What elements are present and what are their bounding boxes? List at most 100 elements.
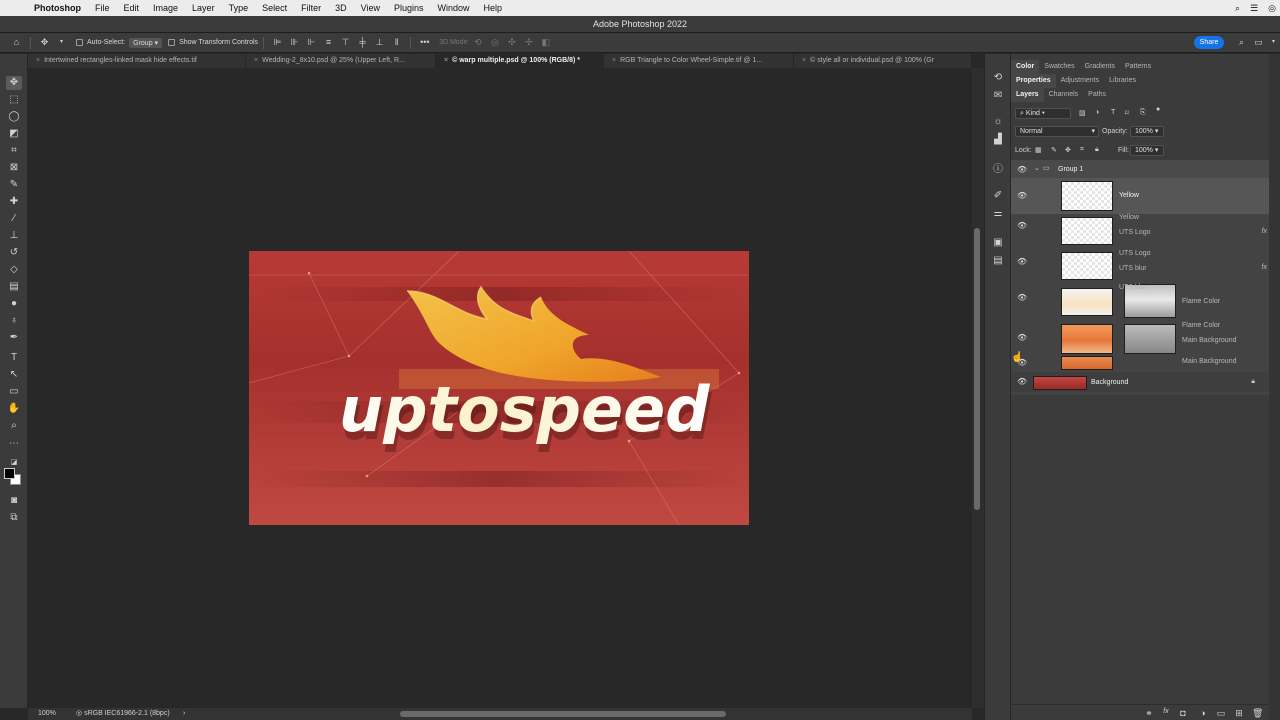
notes-icon[interactable]: ▤ <box>992 255 1004 267</box>
document-artwork[interactable]: uptospeed uptospeed <box>249 251 749 525</box>
tab-patterns[interactable]: Patterns <box>1120 60 1156 74</box>
document-profile[interactable]: ◎ sRGB IEC61966-2.1 (8bpc) <box>76 708 170 720</box>
tab-swatches[interactable]: Swatches <box>1039 60 1079 74</box>
vertical-scroll-thumb[interactable] <box>974 228 980 510</box>
zoom-level[interactable]: 100% <box>38 708 56 720</box>
workspace-icon[interactable]: ▭ <box>1254 38 1263 47</box>
spotlight-search-icon[interactable]: ⌕ <box>1235 3 1240 14</box>
eraser-tool-icon[interactable]: ◇ <box>6 263 22 277</box>
menu-select[interactable]: Select <box>255 3 294 13</box>
horizontal-scroll-thumb[interactable] <box>400 711 726 717</box>
eye-icon[interactable]: 👁︎ <box>1017 166 1027 174</box>
tab-color[interactable]: Color <box>1011 60 1040 74</box>
layer-filter-dropdown[interactable]: ⌕ Kind ▾ <box>1015 108 1071 119</box>
tab-properties[interactable]: Properties <box>1011 74 1056 88</box>
checkbox-icon[interactable] <box>76 39 83 46</box>
tab-document[interactable]: × RGB Triangle to Color Wheel-Simple.tif … <box>604 54 794 68</box>
panel-scrollbar[interactable] <box>1269 54 1280 720</box>
menu-filter[interactable]: Filter <box>294 3 328 13</box>
auto-select-checkbox[interactable]: Auto-Select: <box>76 39 125 46</box>
home-icon[interactable]: ⌂ <box>12 38 21 47</box>
lock-artboard-icon[interactable]: ⌗ <box>1080 146 1084 154</box>
layer-row-group[interactable]: 👁︎ ⌄ ▭ Group 1 <box>1011 160 1269 178</box>
pen-tool-icon[interactable]: ✒ <box>6 331 22 345</box>
layer-effects-icon[interactable]: fx <box>1262 228 1267 235</box>
tab-layers[interactable]: Layers <box>1011 88 1044 102</box>
lasso-tool-icon[interactable]: ◯ <box>6 110 22 124</box>
layer-row[interactable]: 👁︎ Flame Color Main Background <box>1011 322 1269 358</box>
link-layers-icon[interactable]: ⚭ <box>1144 708 1154 719</box>
object-select-tool-icon[interactable]: ◩ <box>6 127 22 141</box>
shape-filter-icon[interactable]: ⌑ <box>1125 109 1129 117</box>
history-brush-icon[interactable]: ↺ <box>6 246 22 260</box>
sliders-icon[interactable]: ⚌ <box>992 208 1004 220</box>
fill-field[interactable]: 100% ▾ <box>1130 145 1164 156</box>
add-style-icon[interactable]: fx <box>1161 708 1171 715</box>
eye-icon[interactable]: 👁︎ <box>1017 222 1027 230</box>
add-mask-icon[interactable]: ◘ <box>1178 708 1188 718</box>
close-icon[interactable]: × <box>802 57 806 64</box>
brightness-icon[interactable]: ☼ <box>992 116 1004 128</box>
layer-row-background[interactable]: 👁︎ Background 🔒︎ <box>1011 372 1269 392</box>
layer-effects-icon[interactable]: fx <box>1262 264 1267 271</box>
path-select-tool-icon[interactable]: ↖ <box>6 368 22 382</box>
chevron-down-icon[interactable]: ▾ <box>1269 38 1278 47</box>
layer-row[interactable]: 👁︎ Yellow UTS Logo fx <box>1011 214 1269 250</box>
checkbox-icon[interactable] <box>168 39 176 46</box>
marquee-tool-icon[interactable]: ⬚ <box>6 93 22 107</box>
close-icon[interactable]: × <box>36 57 40 64</box>
eye-icon[interactable]: 👁︎ <box>1017 294 1027 302</box>
delete-layer-icon[interactable]: 🗑︎ <box>1252 708 1263 719</box>
eye-icon[interactable]: 👁︎ <box>1017 192 1027 200</box>
histogram-icon[interactable]: ▟ <box>992 134 1004 146</box>
lock-image-icon[interactable]: ✎ <box>1051 146 1057 154</box>
close-icon[interactable]: × <box>444 57 448 64</box>
edit-toolbar-icon[interactable]: ⋯ <box>6 437 22 451</box>
auto-select-dropdown[interactable]: Group ▾ <box>129 37 163 48</box>
lock-position-icon[interactable]: ✥ <box>1065 146 1071 154</box>
layer-row[interactable]: 👁︎ UTS blur Flame Color <box>1011 284 1269 322</box>
comments-panel-icon[interactable]: ✉ <box>992 90 1004 102</box>
new-layer-icon[interactable]: ⊞ <box>1234 708 1244 719</box>
align-center-icon[interactable]: ⊪ <box>290 38 299 47</box>
align-right-icon[interactable]: ⊩ <box>307 38 316 47</box>
search-icon[interactable]: ⌕ <box>1237 38 1246 47</box>
type-tool-icon[interactable]: T <box>6 351 22 365</box>
blend-mode-dropdown[interactable]: Normal ▾ <box>1015 126 1099 137</box>
dodge-tool-icon[interactable]: ♁ <box>6 314 22 328</box>
eye-icon[interactable]: 👁︎ <box>1017 258 1027 266</box>
layer-row[interactable]: 👁︎ UTS Logo UTS blur fx <box>1011 250 1269 286</box>
tab-document[interactable]: × Intertwined rectangles-linked mask hide… <box>28 54 246 68</box>
adjustment-filter-icon[interactable]: ◑ <box>1095 109 1099 116</box>
menu-layer[interactable]: Layer <box>185 3 222 13</box>
chevron-right-icon[interactable]: › <box>183 708 185 720</box>
close-icon[interactable]: × <box>612 57 616 64</box>
frame-tool-icon[interactable]: ⊠ <box>6 161 22 175</box>
menu-file[interactable]: File <box>88 3 117 13</box>
align-top-icon[interactable]: ⊤ <box>341 38 350 47</box>
new-group-icon[interactable]: ▭ <box>1216 708 1226 719</box>
new-adjustment-icon[interactable]: ◑ <box>1198 708 1208 718</box>
crop-tool-icon[interactable]: ⌗ <box>6 144 22 158</box>
opacity-field[interactable]: 100% ▾ <box>1130 126 1164 137</box>
menu-image[interactable]: Image <box>146 3 185 13</box>
pixel-filter-icon[interactable]: ▨ <box>1079 109 1086 117</box>
tab-channels[interactable]: Channels <box>1044 88 1084 102</box>
history-panel-icon[interactable]: ⟲ <box>992 72 1004 84</box>
align-middle-icon[interactable]: ╪ <box>358 38 367 47</box>
quick-mask-icon[interactable]: ◙ <box>6 494 22 508</box>
healing-brush-icon[interactable]: ✚ <box>6 195 22 209</box>
distribute-icon[interactable]: ≡ <box>324 38 333 47</box>
menu-view[interactable]: View <box>354 3 387 13</box>
tab-libraries[interactable]: Libraries <box>1104 74 1141 88</box>
tab-document-active[interactable]: × © warp multiple.psd @ 100% (RGB/8) * <box>436 54 604 68</box>
eye-icon[interactable]: 👁︎ <box>1017 334 1027 342</box>
screen-mode-icon[interactable]: ⧉ <box>6 511 22 525</box>
lock-transparent-icon[interactable]: ▦ <box>1035 146 1042 154</box>
eyedropper-tool-icon[interactable]: ✎ <box>6 178 22 192</box>
foreground-color-swatch[interactable] <box>4 468 15 479</box>
properties-icon[interactable]: ▣ <box>992 237 1004 249</box>
align-bottom-icon[interactable]: ⊥ <box>375 38 384 47</box>
clone-stamp-icon[interactable]: ⊥ <box>6 229 22 243</box>
menu-photoshop[interactable]: Photoshop <box>34 3 88 13</box>
